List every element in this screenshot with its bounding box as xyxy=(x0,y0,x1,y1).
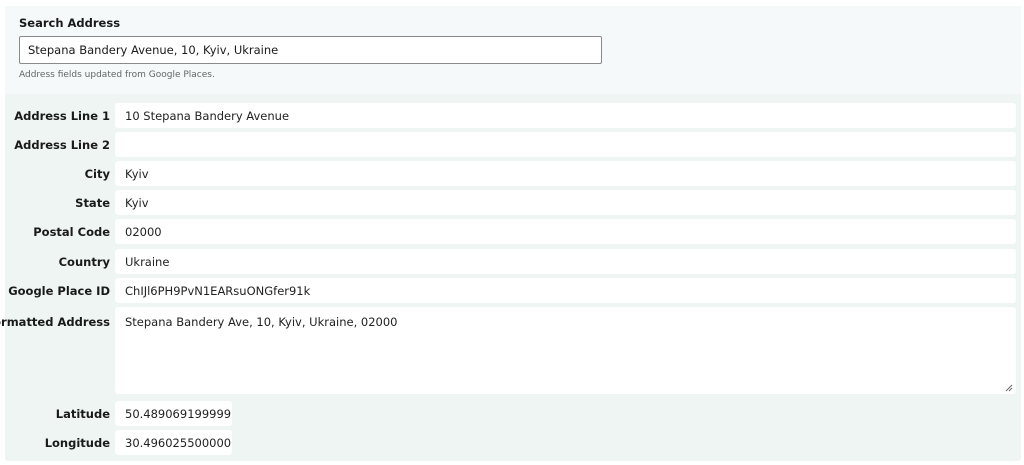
address-line-1-row: Address Line 1 10 Stepana Bandery Avenue xyxy=(5,103,1021,128)
formatted-address-textarea[interactable]: Stepana Bandery Ave, 10, Kyiv, Ukraine, … xyxy=(115,307,1016,394)
postal-code-row: Postal Code 02000 xyxy=(5,219,1021,244)
longitude-field[interactable]: 30.496025500000 xyxy=(115,430,232,455)
latitude-field[interactable]: 50.489069199999 xyxy=(115,401,232,426)
longitude-row: Longitude 30.496025500000 xyxy=(5,430,1021,455)
resize-grip-icon[interactable] xyxy=(1005,384,1013,392)
formatted-address-label: Formatted Address xyxy=(0,315,110,329)
address-line-1-field[interactable]: 10 Stepana Bandery Avenue xyxy=(115,103,1016,128)
address-form-panel: Search Address Stepana Bandery Avenue, 1… xyxy=(0,6,1021,461)
country-label: Country xyxy=(58,254,110,269)
formatted-address-value: Stepana Bandery Ave, 10, Kyiv, Ukraine, … xyxy=(125,315,398,329)
state-row: State Kyiv xyxy=(5,190,1021,215)
address-line-1-label: Address Line 1 xyxy=(14,108,110,123)
state-field[interactable]: Kyiv xyxy=(115,190,1016,215)
google-place-id-field[interactable]: ChIJl6PH9PvN1EARsuONGfer91k xyxy=(115,278,1016,303)
country-row: Country Ukraine xyxy=(5,249,1021,274)
latitude-label: Latitude xyxy=(55,406,110,421)
postal-code-label: Postal Code xyxy=(33,224,110,239)
city-label: City xyxy=(84,166,110,181)
search-address-label: Search Address xyxy=(19,16,121,30)
city-field[interactable]: Kyiv xyxy=(115,161,1016,186)
search-address-section: Search Address Stepana Bandery Avenue, 1… xyxy=(5,6,1021,94)
postal-code-field[interactable]: 02000 xyxy=(115,219,1016,244)
search-address-help-text: Address fields updated from Google Place… xyxy=(19,70,215,80)
country-field[interactable]: Ukraine xyxy=(115,249,1016,274)
city-row: City Kyiv xyxy=(5,161,1021,186)
address-line-2-field[interactable] xyxy=(115,132,1016,157)
address-line-2-label: Address Line 2 xyxy=(14,137,110,152)
address-line-2-row: Address Line 2 xyxy=(5,132,1021,157)
state-label: State xyxy=(75,195,110,210)
longitude-label: Longitude xyxy=(44,435,110,450)
search-address-input[interactable]: Stepana Bandery Avenue, 10, Kyiv, Ukrain… xyxy=(19,36,602,64)
google-place-id-row: Google Place ID ChIJl6PH9PvN1EARsuONGfer… xyxy=(5,278,1021,303)
latitude-row: Latitude 50.489069199999 xyxy=(5,401,1021,426)
google-place-id-label: Google Place ID xyxy=(8,283,110,298)
formatted-address-row: Formatted Address Stepana Bandery Ave, 1… xyxy=(0,307,1021,394)
